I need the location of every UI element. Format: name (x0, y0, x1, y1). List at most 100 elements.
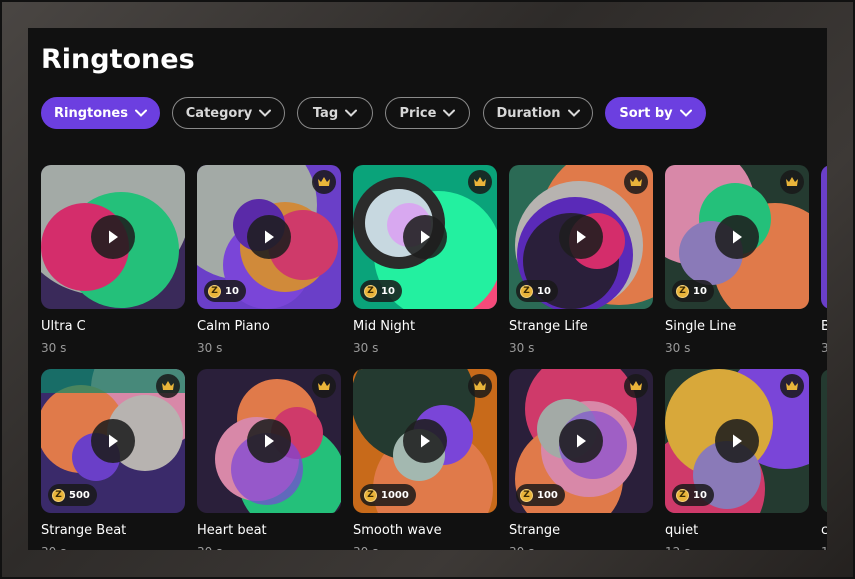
sort-by-button[interactable]: Sort by (605, 97, 706, 129)
price-badge: Z 1000 (360, 484, 416, 506)
play-icon[interactable] (91, 215, 135, 259)
ringtone-thumbnail[interactable]: Z 10 (197, 165, 341, 309)
ringtone-duration: 30 s (197, 341, 223, 355)
play-icon[interactable] (91, 419, 135, 463)
play-icon[interactable] (247, 419, 291, 463)
ringtone-name[interactable]: B (821, 319, 827, 334)
ringtone-card[interactable]: Ultra C 30 s (41, 165, 185, 355)
ringtone-duration: 1 (821, 545, 827, 550)
ringtone-name[interactable]: Calm Piano (197, 319, 270, 334)
ringtone-thumbnail[interactable]: Z 100 (509, 369, 653, 513)
ringtone-thumbnail[interactable]: Z 10 (353, 165, 497, 309)
ringtone-duration: 30 s (41, 545, 66, 550)
crown-icon (156, 374, 180, 398)
ringtone-name[interactable]: Strange Beat (41, 523, 126, 538)
filter-label: Ringtones (54, 105, 128, 121)
ringtone-thumbnail[interactable] (197, 369, 341, 513)
play-icon[interactable] (403, 419, 447, 463)
play-icon[interactable] (403, 215, 447, 259)
ringtone-card[interactable]: Z 10 Mid Night 30 s (353, 165, 497, 355)
chevron-down-icon (679, 109, 692, 117)
ringtone-name[interactable]: quiet (665, 523, 698, 538)
ringtone-name[interactable]: c (821, 523, 827, 538)
filter-duration[interactable]: Duration (483, 97, 593, 129)
coin-icon: Z (52, 488, 65, 502)
filter-label: Category (185, 105, 253, 121)
coin-icon: Z (676, 488, 689, 502)
ringtone-name[interactable]: Strange (509, 523, 560, 538)
ringtone-thumbnail[interactable] (821, 165, 827, 309)
filter-ringtones[interactable]: Ringtones (41, 97, 160, 129)
ringtone-name[interactable]: Smooth wave (353, 523, 442, 538)
ringtone-duration: 12 s (665, 545, 690, 550)
ringtone-card[interactable]: Z 10 Strange Life 30 s (509, 165, 653, 355)
ringtone-name[interactable]: Single Line (665, 319, 736, 334)
play-icon[interactable] (559, 215, 603, 259)
coin-icon: Z (364, 488, 377, 502)
ringtone-thumbnail[interactable]: Z 500 (41, 369, 185, 513)
filter-price[interactable]: Price (385, 97, 470, 129)
play-icon[interactable] (559, 419, 603, 463)
coin-icon: Z (520, 284, 533, 298)
coin-icon: Z (520, 488, 533, 502)
crown-icon (468, 170, 492, 194)
filter-label: Sort by (619, 105, 673, 121)
page-title: Ringtones (41, 44, 195, 75)
ringtone-thumbnail[interactable]: Z 1000 (353, 369, 497, 513)
ringtone-name[interactable]: Ultra C (41, 319, 86, 334)
ringtone-card[interactable]: Z 500 Strange Beat 30 s (41, 369, 185, 550)
ringtone-card[interactable]: Z 10 Single Line 30 s (665, 165, 809, 355)
ringtone-duration: 30 s (353, 545, 378, 550)
crown-icon (780, 374, 804, 398)
play-icon[interactable] (715, 215, 759, 259)
ringtone-card[interactable]: Heart beat 30 s (197, 369, 341, 550)
chevron-down-icon (443, 109, 456, 117)
filter-label: Tag (312, 105, 339, 121)
ringtone-thumbnail[interactable] (41, 165, 185, 309)
ringtone-card[interactable]: Z 100 Strange 30 s (509, 369, 653, 550)
play-icon[interactable] (247, 215, 291, 259)
ringtone-name[interactable]: Heart beat (197, 523, 267, 538)
ringtone-name[interactable]: Strange Life (509, 319, 588, 334)
price-value: 10 (537, 285, 551, 297)
artwork-image (821, 369, 827, 513)
price-badge: Z 500 (48, 484, 97, 506)
ringtone-duration: 3 (821, 341, 827, 355)
filter-category[interactable]: Category (172, 97, 285, 129)
ringtone-card[interactable]: Z 10 quiet 12 s (665, 369, 809, 550)
crown-icon (624, 374, 648, 398)
crown-icon (624, 170, 648, 194)
ringtone-name[interactable]: Mid Night (353, 319, 415, 334)
coin-icon: Z (676, 284, 689, 298)
filter-label: Duration (496, 105, 561, 121)
ringtone-duration: 30 s (41, 341, 67, 355)
ringtone-duration: 30 s (665, 341, 691, 355)
ringtone-card[interactable]: Z 10 Calm Piano 30 s (197, 165, 341, 355)
crown-icon (468, 374, 492, 398)
price-badge: Z 10 (672, 484, 714, 506)
ringtone-duration: 30 s (197, 545, 222, 550)
ringtone-thumbnail[interactable]: Z 10 (665, 165, 809, 309)
app-window: Ringtones Ringtones Category Tag Price D… (28, 28, 827, 550)
ringtone-card[interactable]: Z 1000 Smooth wave 30 s (353, 369, 497, 550)
chevron-down-icon (345, 109, 358, 117)
filter-tag[interactable]: Tag (297, 97, 373, 129)
chevron-down-icon (567, 109, 580, 117)
price-value: 1000 (381, 489, 409, 501)
chevron-down-icon (134, 109, 147, 117)
coin-icon: Z (208, 284, 221, 298)
ringtone-thumbnail[interactable]: Z 10 (509, 165, 653, 309)
ringtone-duration: 30 s (353, 341, 379, 355)
price-value: 500 (69, 489, 90, 501)
ringtone-card[interactable]: c1 (821, 369, 827, 550)
chevron-down-icon (259, 109, 272, 117)
ringtone-card[interactable]: B3 (821, 165, 827, 355)
price-badge: Z 10 (360, 280, 402, 302)
price-value: 100 (537, 489, 558, 501)
ringtone-thumbnail[interactable] (821, 369, 827, 513)
ringtone-thumbnail[interactable]: Z 10 (665, 369, 809, 513)
price-value: 10 (693, 285, 707, 297)
crown-icon (312, 374, 336, 398)
price-value: 10 (225, 285, 239, 297)
play-icon[interactable] (715, 419, 759, 463)
